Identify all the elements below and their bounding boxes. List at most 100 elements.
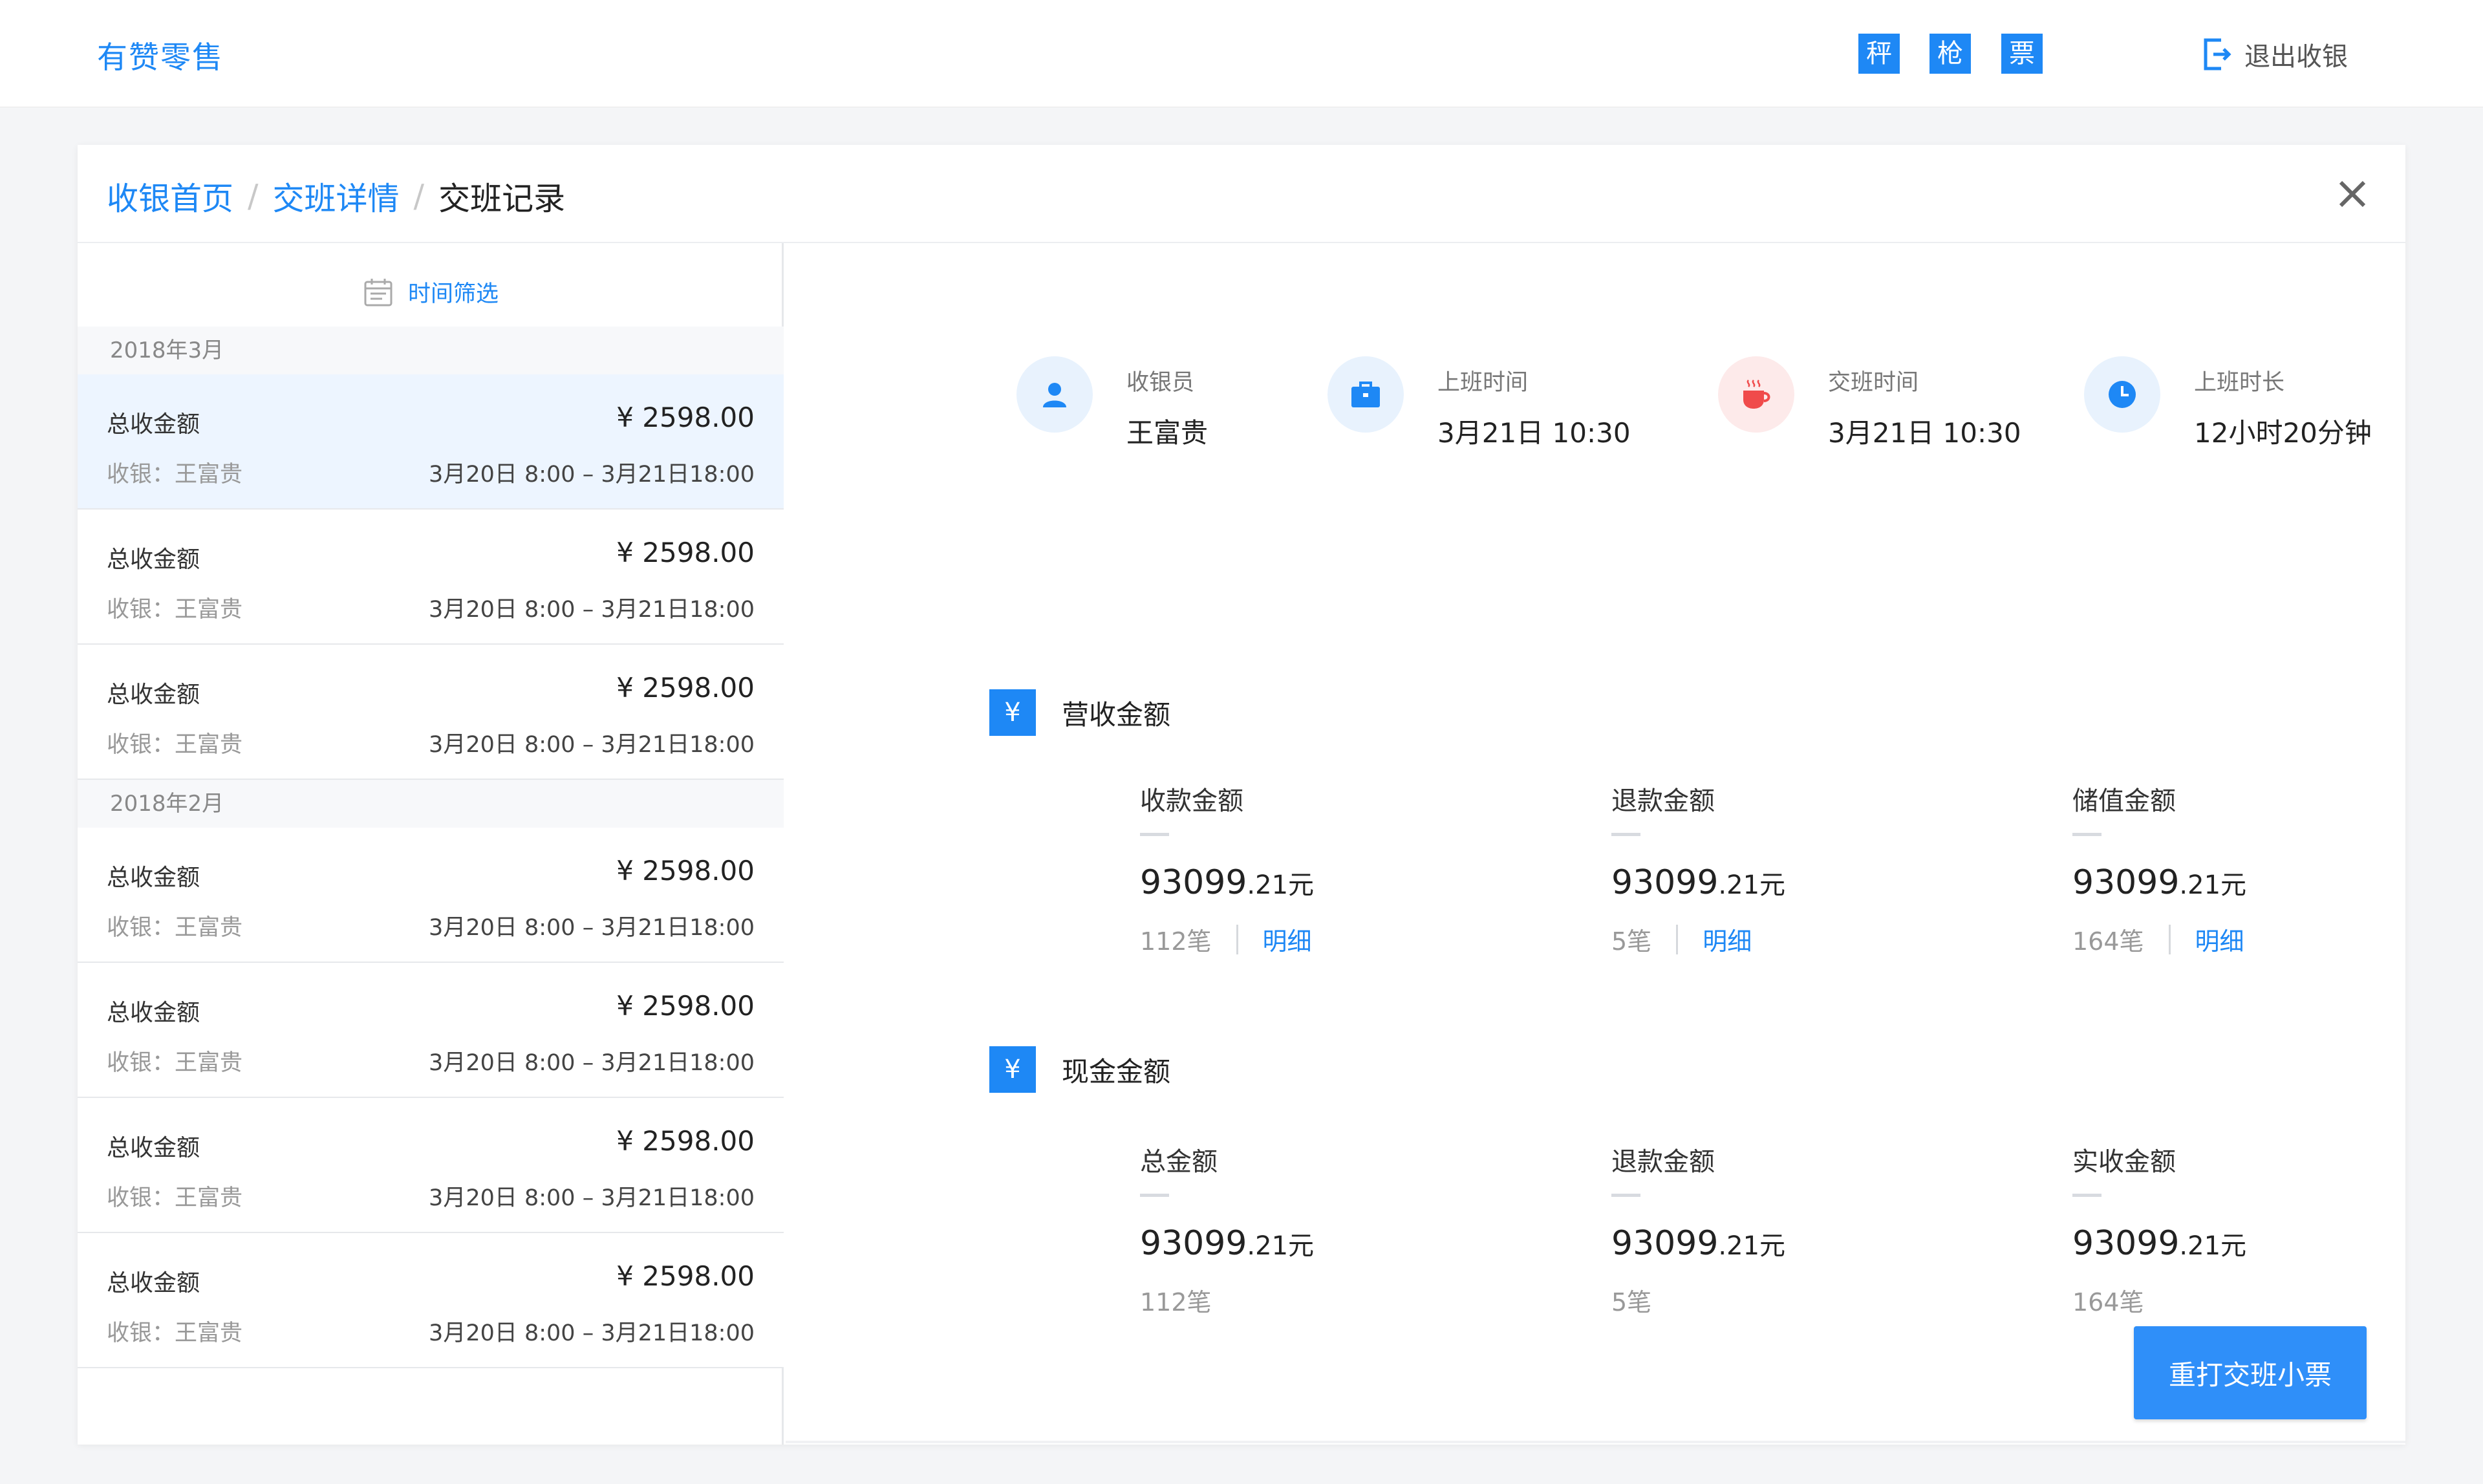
metric-value: 93099.21元 bbox=[2072, 863, 2247, 902]
item-range: 3月20日 8:00 – 3月21日18:00 bbox=[429, 915, 755, 941]
item-title: 总收金额 bbox=[107, 682, 200, 708]
item-range: 3月20日 8:00 – 3月21日18:00 bbox=[429, 462, 755, 488]
month-label: 2018年3月 bbox=[78, 327, 784, 374]
card-header: 收银首页 / 交班详情 / 交班记录 bbox=[78, 145, 2405, 243]
item-range: 3月20日 8:00 – 3月21日18:00 bbox=[429, 1185, 755, 1211]
calendar-icon bbox=[364, 278, 392, 306]
duration-value: 12小时20分钟 bbox=[2194, 417, 2372, 449]
item-title: 总收金额 bbox=[107, 1135, 200, 1161]
item-title: 总收金额 bbox=[107, 546, 200, 573]
list-item[interactable]: 总收金额 ¥ 2598.00 收银：王富贵 3月20日 8:00 – 3月21日… bbox=[78, 510, 784, 645]
cash-metric-refund: 退款金额 93099.21元 5笔 bbox=[1611, 1141, 1785, 1318]
metric-count: 164笔 bbox=[2072, 1288, 2144, 1317]
breadcrumb-handover-records: 交班记录 bbox=[438, 180, 566, 217]
item-title: 总收金额 bbox=[107, 1270, 200, 1296]
metric-value: 93099.21元 bbox=[2072, 1224, 2247, 1263]
metric-value: 93099.21元 bbox=[1140, 1224, 1315, 1263]
metric-label: 实收金额 bbox=[2072, 1147, 2176, 1177]
metric-value: 93099.21元 bbox=[1140, 863, 1315, 902]
brand-logo[interactable]: 有赞零售 bbox=[97, 32, 224, 77]
scale-button[interactable]: 秤 bbox=[1858, 34, 1900, 74]
cashier-value: 王富贵 bbox=[1126, 417, 1209, 449]
metric-sub: 5笔 明细 bbox=[1611, 921, 1785, 957]
receipt-button[interactable]: 票 bbox=[2001, 34, 2043, 74]
divider bbox=[1676, 924, 1679, 954]
start-time-label: 上班时间 bbox=[1437, 370, 1529, 396]
metric-count: 5笔 bbox=[1611, 927, 1652, 956]
duration-badge bbox=[2084, 356, 2160, 433]
breadcrumb-home[interactable]: 收银首页 bbox=[107, 173, 233, 219]
list-item[interactable]: 总收金额 ¥ 2598.00 收银：王富贵 3月20日 8:00 – 3月21日… bbox=[78, 645, 784, 780]
revenue-section-title: ¥ 营收金额 bbox=[989, 689, 1170, 736]
cash-metric-received: 实收金额 93099.21元 164笔 bbox=[2072, 1141, 2246, 1318]
list-item[interactable]: 总收金额 ¥ 2598.00 收银：王富贵 3月20日 8:00 – 3月21日… bbox=[78, 1233, 784, 1368]
yen-icon: ¥ bbox=[989, 689, 1036, 736]
metric-underline bbox=[1140, 1194, 1169, 1197]
metric-count: 112笔 bbox=[1140, 927, 1212, 956]
item-amount: ¥ 2598.00 bbox=[616, 672, 755, 704]
revenue-title: 营收金额 bbox=[1062, 698, 1171, 731]
handover-list: 时间筛选 2018年3月 总收金额 ¥ 2598.00 收银：王富贵 3月20日… bbox=[78, 243, 784, 1445]
time-filter-button[interactable]: 时间筛选 bbox=[78, 275, 784, 308]
item-cashier: 收银：王富贵 bbox=[107, 915, 243, 941]
list-item[interactable]: 总收金额 ¥ 2598.00 收银：王富贵 3月20日 8:00 – 3月21日… bbox=[78, 1098, 784, 1233]
detail-link[interactable]: 明细 bbox=[1263, 921, 1312, 957]
handover-time-label: 交班时间 bbox=[1828, 370, 1919, 396]
item-cashier: 收银：王富贵 bbox=[107, 1320, 243, 1346]
cashier-avatar bbox=[1016, 356, 1093, 433]
revenue-metric-refund: 退款金额 93099.21元 5笔 明细 bbox=[1611, 780, 1785, 957]
item-cashier: 收银：王富贵 bbox=[107, 1185, 243, 1211]
close-button[interactable] bbox=[2332, 173, 2373, 215]
top-bar: 有赞零售 秤 枪 票 退出收银 bbox=[0, 0, 2483, 107]
divider bbox=[1236, 924, 1238, 954]
clock-icon bbox=[2109, 381, 2136, 408]
item-cashier: 收银：王富贵 bbox=[107, 597, 243, 623]
item-amount: ¥ 2598.00 bbox=[616, 402, 755, 433]
metric-value: 93099.21元 bbox=[1611, 863, 1786, 902]
coffee-icon bbox=[1743, 380, 1770, 409]
time-filter-label: 时间筛选 bbox=[407, 281, 499, 307]
scanner-button[interactable]: 枪 bbox=[1929, 34, 1971, 74]
detail-link[interactable]: 明细 bbox=[1703, 921, 1752, 957]
handover-time-badge bbox=[1718, 356, 1794, 433]
breadcrumb-separator: / bbox=[248, 178, 259, 215]
cash-metric-total: 总金额 93099.21元 112笔 bbox=[1140, 1141, 1314, 1318]
metric-label: 储值金额 bbox=[2072, 786, 2176, 816]
metric-sub: 164笔 明细 bbox=[2072, 921, 2246, 957]
reprint-receipt-button[interactable]: 重打交班小票 bbox=[2134, 1326, 2367, 1419]
metric-underline bbox=[2072, 1194, 2101, 1197]
item-range: 3月20日 8:00 – 3月21日18:00 bbox=[429, 1050, 755, 1076]
logout-label: 退出收银 bbox=[2244, 42, 2348, 72]
start-time-info: 上班时间 3月21日 10:30 bbox=[1327, 356, 1631, 451]
item-range: 3月20日 8:00 – 3月21日18:00 bbox=[429, 597, 755, 623]
handover-detail: 收银员 王富贵 上班时间 3月21日 10:30 交班时间 3月21日 10:3… bbox=[786, 243, 2405, 1445]
item-amount: ¥ 2598.00 bbox=[616, 990, 755, 1022]
metric-label: 退款金额 bbox=[1611, 786, 1715, 816]
metric-underline bbox=[1611, 1194, 1640, 1197]
duration-label: 上班时长 bbox=[2194, 370, 2285, 396]
metric-sub: 112笔 明细 bbox=[1140, 921, 1314, 957]
metric-count: 112笔 bbox=[1140, 1288, 1212, 1317]
metric-underline bbox=[1611, 833, 1640, 836]
detail-link[interactable]: 明细 bbox=[2195, 921, 2244, 957]
metric-label: 总金额 bbox=[1140, 1147, 1218, 1177]
metric-value: 93099.21元 bbox=[1611, 1224, 1786, 1263]
list-item[interactable]: 总收金额 ¥ 2598.00 收银：王富贵 3月20日 8:00 – 3月21日… bbox=[78, 828, 784, 963]
handover-card: 收银首页 / 交班详情 / 交班记录 时间筛选 2018年3月 总收金额 ¥ 2… bbox=[78, 145, 2405, 1445]
metric-count: 164笔 bbox=[2072, 927, 2144, 956]
footer-divider bbox=[786, 1441, 2405, 1443]
logout-button[interactable]: 退出收银 bbox=[2202, 34, 2348, 75]
breadcrumb-handover-detail[interactable]: 交班详情 bbox=[273, 173, 400, 219]
item-cashier: 收银：王富贵 bbox=[107, 732, 243, 758]
month-label: 2018年2月 bbox=[78, 780, 784, 828]
breadcrumb: 收银首页 / 交班详情 / 交班记录 bbox=[107, 173, 565, 219]
revenue-metric-stored: 储值金额 93099.21元 164笔 明细 bbox=[2072, 780, 2246, 957]
start-time-value: 3月21日 10:30 bbox=[1437, 417, 1631, 449]
item-title: 总收金额 bbox=[107, 1000, 200, 1026]
list-item[interactable]: 总收金额 ¥ 2598.00 收银：王富贵 3月20日 8:00 – 3月21日… bbox=[78, 374, 784, 510]
item-cashier: 收银：王富贵 bbox=[107, 1050, 243, 1076]
item-title: 总收金额 bbox=[107, 411, 200, 438]
cashier-info: 收银员 王富贵 bbox=[1016, 356, 1208, 451]
list-item[interactable]: 总收金额 ¥ 2598.00 收银：王富贵 3月20日 8:00 – 3月21日… bbox=[78, 963, 784, 1098]
divider bbox=[2168, 924, 2171, 954]
